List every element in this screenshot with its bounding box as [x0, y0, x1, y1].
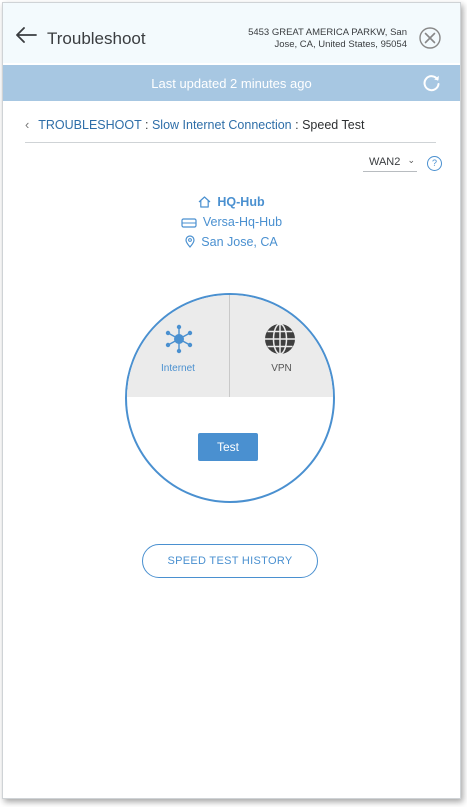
address-line-1: 5453 GREAT AMERICA PARKW, San [248, 27, 407, 38]
breadcrumb: ‹ TROUBLESHOOT : Slow Internet Connectio… [25, 117, 364, 132]
breadcrumb-slow-internet[interactable]: Slow Internet Connection [152, 118, 292, 132]
network-hub-icon [165, 324, 193, 354]
vpn-option[interactable]: VPN [230, 295, 333, 397]
breadcrumb-current: Speed Test [302, 118, 365, 132]
site-address: 5453 GREAT AMERICA PARKW, San Jose, CA, … [231, 27, 407, 51]
breadcrumb-separator: : [295, 118, 299, 132]
close-icon[interactable] [419, 27, 441, 49]
status-bar: Last updated 2 minutes ago [3, 65, 460, 101]
speed-test-circle: Internet VPN Test [125, 293, 335, 503]
internet-label: Internet [161, 363, 195, 374]
speed-test-history-button[interactable]: SPEED TEST HISTORY [142, 544, 318, 578]
test-button[interactable]: Test [198, 433, 258, 461]
arrow-left-icon[interactable] [15, 27, 37, 43]
internet-option[interactable]: Internet [127, 295, 230, 397]
appliance-row: Versa-Hq-Hub [3, 215, 460, 229]
header: Troubleshoot 5453 GREAT AMERICA PARKW, S… [3, 3, 460, 63]
breadcrumb-separator: : [145, 118, 149, 132]
wan-select[interactable]: WAN2 ⌄ [363, 153, 417, 172]
troubleshoot-panel: Troubleshoot 5453 GREAT AMERICA PARKW, S… [2, 2, 461, 799]
globe-icon [265, 323, 295, 355]
address-line-2: Jose, CA, United States, 95054 [274, 39, 407, 50]
appliance-icon [181, 218, 197, 228]
hub-name[interactable]: HQ-Hub [217, 195, 264, 209]
refresh-icon[interactable] [423, 74, 441, 92]
vpn-label: VPN [271, 363, 292, 374]
chevron-left-icon[interactable]: ‹ [25, 117, 35, 132]
location-row: San Jose, CA [3, 235, 460, 249]
location-name: San Jose, CA [201, 235, 278, 249]
last-updated-text: Last updated 2 minutes ago [151, 76, 312, 91]
breadcrumb-troubleshoot[interactable]: TROUBLESHOOT [38, 118, 141, 132]
chevron-down-icon: ⌄ [407, 155, 415, 165]
map-pin-icon [185, 235, 195, 248]
speed-test-widget: Internet VPN Test [125, 293, 335, 503]
test-type-selector: Internet VPN [127, 295, 333, 397]
divider [25, 142, 436, 143]
help-icon[interactable]: ? [427, 156, 442, 171]
appliance-name: Versa-Hq-Hub [202, 215, 283, 229]
page-title: Troubleshoot [47, 29, 146, 48]
hub-row: HQ-Hub [3, 195, 460, 209]
wan-select-value: WAN2 [369, 156, 401, 168]
home-icon [198, 196, 211, 208]
